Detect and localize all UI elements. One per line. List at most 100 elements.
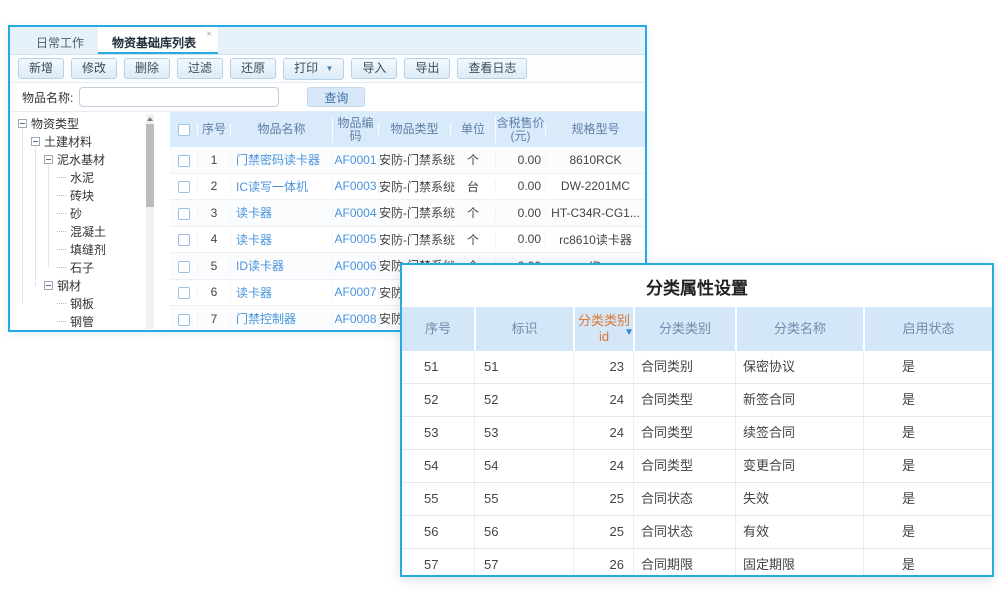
table-row[interactable]: 2 IC读写一体机 AF0003 安防-门禁系统 台 0.00 DW-2201M… [170,174,645,201]
item-type-cell: 安防-门禁系统 [378,151,450,168]
item-name-link[interactable]: 门禁密码读卡器 [230,151,332,168]
header-category[interactable]: 分类类别 [633,307,735,351]
restore-button[interactable]: 还原 [230,58,276,79]
add-button[interactable]: 新增 [18,58,64,79]
tree-item-label: 砂 [70,205,82,222]
item-name-input[interactable] [79,87,279,107]
tree-connector [57,195,66,196]
seq-cell: 1 [197,153,230,167]
tree-item-cement[interactable]: 水泥 [14,168,146,186]
tree-item-material-type[interactable]: 物资类型 [14,114,146,132]
item-name-link[interactable]: IC读写一体机 [230,178,332,195]
tab-material-list[interactable]: 物资基础库列表 × [98,27,218,54]
tree-item-gravel[interactable]: 石子 [14,258,146,276]
item-code-link[interactable]: AF0006 [332,259,378,273]
tree-connector [57,177,66,178]
view-log-button[interactable]: 查看日志 [457,58,527,79]
tree-item-brick[interactable]: 砖块 [14,186,146,204]
header-id[interactable]: 标识 [474,307,573,351]
row-checkbox[interactable] [178,181,190,193]
table-row[interactable]: 55 55 25 合同状态 失效 是 [402,483,992,516]
tree-item-label: 物资类型 [31,115,79,132]
collapse-icon[interactable] [44,155,53,164]
category-id-cell: 25 [573,516,633,548]
row-checkbox[interactable] [178,208,190,220]
table-row[interactable]: 51 51 23 合同类别 保密协议 是 [402,351,992,384]
tree-item-grout[interactable]: 填缝剂 [14,240,146,258]
tree-scrollbar[interactable] [146,114,154,329]
item-code-link[interactable]: AF0003 [332,179,378,193]
id-cell: 51 [474,351,573,383]
id-cell: 56 [474,516,573,548]
enabled-cell: 是 [863,450,992,482]
collapse-icon[interactable] [31,137,40,146]
item-name-link[interactable]: 读卡器 [230,231,332,248]
tree-item-sand[interactable]: 砂 [14,204,146,222]
row-checkbox[interactable] [178,234,190,246]
item-code-link[interactable]: AF0007 [332,285,378,299]
filter-button[interactable]: 过滤 [177,58,223,79]
tree-item-label: 钢板 [70,295,94,312]
category-id-cell: 24 [573,417,633,449]
tree-item-steel-plate[interactable]: 钢板 [14,294,146,312]
tree-item-concrete[interactable]: 混凝土 [14,222,146,240]
import-button[interactable]: 导入 [351,58,397,79]
tree-item-label: 钢材 [57,277,81,294]
item-name-link[interactable]: ID读卡器 [230,257,332,274]
chevron-down-icon: ▼ [325,62,333,75]
row-checkbox[interactable] [178,155,190,167]
enabled-cell: 是 [863,516,992,548]
item-code-link[interactable]: AF0004 [332,206,378,220]
tree-item-label: 泥水基材 [57,151,105,168]
scrollbar-thumb[interactable] [146,124,154,207]
item-type-cell: 安防-门禁系统 [378,204,450,221]
header-seq[interactable]: 序号 [402,307,474,351]
item-code-link[interactable]: AF0001 [332,153,378,167]
tree-item-steel[interactable]: 钢材 [14,276,146,294]
scroll-up-icon[interactable] [147,117,153,121]
header-enabled[interactable]: 启用状态 [863,307,992,351]
delete-button[interactable]: 删除 [124,58,170,79]
tree-item-civil-materials[interactable]: 土建材料 [14,132,146,150]
query-button[interactable]: 查询 [307,87,365,107]
item-name-link[interactable]: 门禁控制器 [230,310,332,327]
table-row[interactable]: 3 读卡器 AF0004 安防-门禁系统 个 0.00 HT-C34R-CG1.… [170,200,645,227]
table-row[interactable]: 1 门禁密码读卡器 AF0001 安防-门禁系统 个 0.00 8610RCK [170,147,645,174]
close-icon[interactable]: × [206,29,212,40]
item-code-link[interactable]: AF0005 [332,232,378,246]
row-checkbox[interactable] [178,287,190,299]
header-category-name[interactable]: 分类名称 [735,307,863,351]
select-all-checkbox[interactable] [178,124,190,136]
row-checkbox[interactable] [178,314,190,326]
table-row[interactable]: 53 53 24 合同类型 续签合同 是 [402,417,992,450]
header-category-id[interactable]: 分类类别id ▼ [573,307,633,351]
tree-item-steel-pipe[interactable]: 钢管 [14,312,146,330]
seq-cell: 7 [197,312,230,326]
item-name-link[interactable]: 读卡器 [230,204,332,221]
tree-item-label: 钢管 [70,313,94,330]
table-row[interactable]: 56 56 25 合同状态 有效 是 [402,516,992,549]
print-button[interactable]: 打印 ▼ [283,58,344,80]
collapse-icon[interactable] [44,281,53,290]
table-row[interactable]: 57 57 26 合同期限 固定期限 是 [402,549,992,577]
seq-cell: 52 [402,384,474,416]
table-row[interactable]: 4 读卡器 AF0005 安防-门禁系统 个 0.00 rc8610读卡器 [170,227,645,254]
item-name-link[interactable]: 读卡器 [230,284,332,301]
export-button[interactable]: 导出 [404,58,450,79]
seq-cell: 57 [402,549,474,577]
spec-cell: DW-2201MC [545,179,645,193]
row-checkbox[interactable] [178,261,190,273]
category-cell: 合同类型 [633,384,735,416]
spec-cell: 8610RCK [545,153,645,167]
table-row[interactable]: 54 54 24 合同类型 变更合同 是 [402,450,992,483]
tab-daily-work[interactable]: 日常工作 [22,27,98,54]
checkbox-cell [170,179,197,193]
seq-cell: 2 [197,179,230,193]
table-row[interactable]: 52 52 24 合同类型 新签合同 是 [402,384,992,417]
edit-button[interactable]: 修改 [71,58,117,79]
id-cell: 52 [474,384,573,416]
header-seq: 序号 [197,123,230,136]
item-code-link[interactable]: AF0008 [332,312,378,326]
tree-item-mortar-base[interactable]: 泥水基材 [14,150,146,168]
collapse-icon[interactable] [18,119,27,128]
